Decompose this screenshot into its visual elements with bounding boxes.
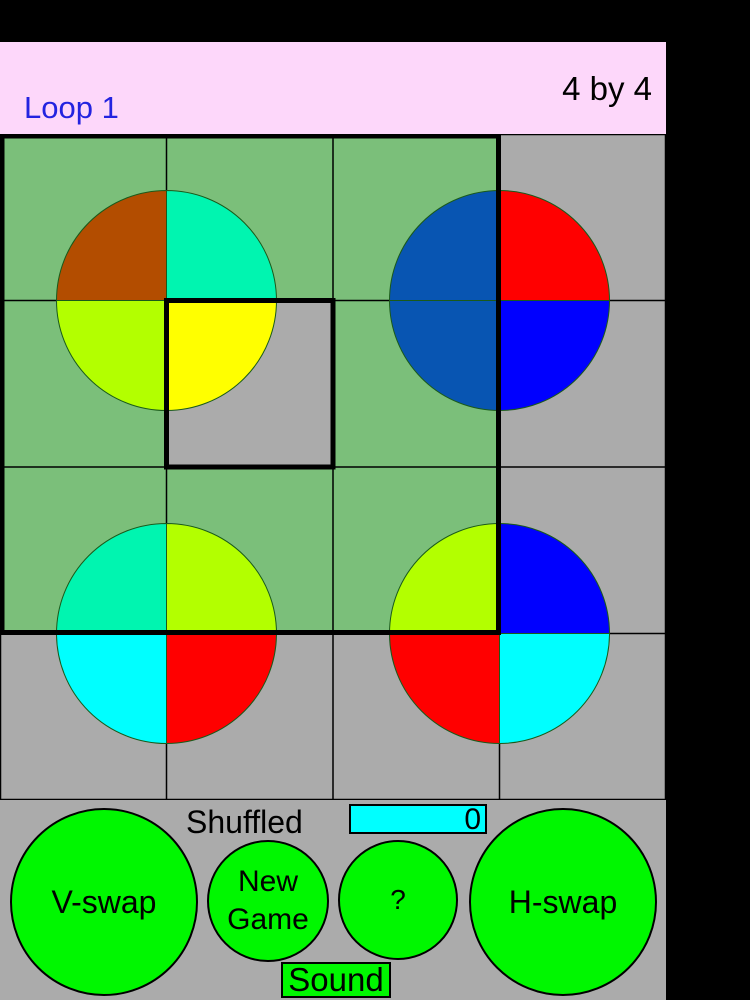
new-game-label-line2: Game	[227, 903, 309, 936]
puzzle-board[interactable]	[0, 134, 666, 800]
help-button[interactable]: ?	[338, 840, 458, 960]
help-icon: ?	[390, 884, 406, 915]
h-swap-label: H-swap	[508, 883, 618, 920]
h-swap-button[interactable]: H-swap	[469, 808, 657, 996]
board-size-label: 4 by 4	[562, 70, 652, 107]
sound-toggle[interactable]: Sound	[281, 962, 391, 998]
game-app: Loop 1 4 by 4 Shuffled 0 V-swap New Game…	[0, 42, 666, 1000]
header-bar: Loop 1 4 by 4	[0, 42, 666, 134]
shuffled-counter: 0	[349, 804, 487, 835]
v-swap-button[interactable]: V-swap	[10, 808, 198, 996]
mode-label: Loop 1	[24, 90, 119, 125]
controls-panel: Shuffled 0 V-swap New Game ? H-swap Soun…	[0, 800, 666, 1000]
new-game-label-line1: New	[237, 865, 298, 898]
board-canvas	[0, 134, 666, 800]
new-game-button[interactable]: New Game	[207, 840, 329, 962]
v-swap-label: V-swap	[51, 883, 157, 920]
shuffled-label: Shuffled	[186, 804, 303, 840]
